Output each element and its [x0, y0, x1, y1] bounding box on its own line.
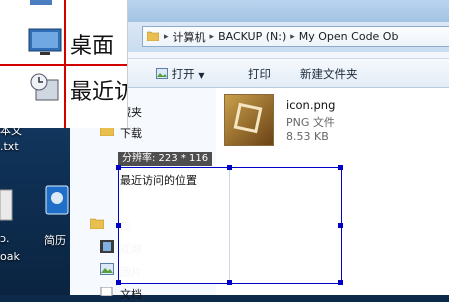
- chevron-down-icon: ▼: [198, 71, 205, 80]
- new-folder-button[interactable]: 新建文件夹: [300, 66, 358, 82]
- print-button[interactable]: 打印: [248, 66, 271, 82]
- resize-handle[interactable]: [227, 280, 232, 285]
- library-icon: [89, 216, 105, 232]
- open-button[interactable]: 打开 ▼: [156, 66, 204, 82]
- desktop-label: ɔ.: [0, 232, 10, 245]
- resize-handle[interactable]: [116, 280, 121, 285]
- video-library-icon: [100, 240, 114, 256]
- open-button-label: 打开: [171, 67, 195, 81]
- resize-handle[interactable]: [338, 165, 343, 170]
- desktop-icon: [28, 28, 62, 59]
- magnifier-loupe: 桌面 最近访: [0, 0, 128, 128]
- folder-icon: [143, 30, 163, 44]
- picture-library-icon: [100, 263, 114, 278]
- recent-places-label: 最近访问的位置: [120, 174, 197, 187]
- resume-file-icon[interactable]: [44, 184, 72, 216]
- file-size: 8.53 KB: [286, 130, 329, 143]
- selection-guide: [229, 168, 230, 283]
- resize-handle[interactable]: [116, 223, 121, 228]
- breadcrumb[interactable]: ▸ 计算机 ▸ BACKUP (N:) ▸ My Open Code Ob: [142, 26, 449, 47]
- image-icon: [156, 68, 168, 79]
- breadcrumb-item[interactable]: 计算机: [170, 29, 209, 45]
- selection-size-tooltip: 分辨率: 223 * 116: [118, 152, 213, 166]
- file-icon[interactable]: [0, 184, 14, 224]
- image-thumbnail: [224, 94, 274, 146]
- screenshot-selection[interactable]: 最近访问的位置: [116, 165, 343, 285]
- recent-places-icon: [28, 72, 62, 105]
- resize-handle[interactable]: [338, 280, 343, 285]
- breadcrumb-item[interactable]: My Open Code Ob: [296, 30, 402, 43]
- resize-handle[interactable]: [227, 165, 232, 170]
- desktop-label: .txt: [0, 140, 19, 153]
- magnified-recent-label: 最近访: [70, 80, 127, 105]
- file-type: PNG 文件: [286, 116, 335, 129]
- file-name: icon.png: [286, 98, 336, 112]
- crosshair-horizontal: [0, 64, 127, 66]
- desktop-label: 简历: [44, 234, 66, 247]
- document-library-icon: [100, 286, 114, 299]
- magnified-desktop-label: 桌面: [70, 34, 115, 59]
- folder-icon: [30, 0, 52, 9]
- breadcrumb-item[interactable]: BACKUP (N:): [215, 30, 289, 43]
- nav-item-documents[interactable]: 文档: [120, 286, 142, 302]
- resize-handle[interactable]: [338, 223, 343, 228]
- resize-handle[interactable]: [116, 165, 121, 170]
- desktop-label: oak: [0, 250, 20, 263]
- file-item[interactable]: icon.png PNG 文件 8.53 KB: [224, 94, 449, 154]
